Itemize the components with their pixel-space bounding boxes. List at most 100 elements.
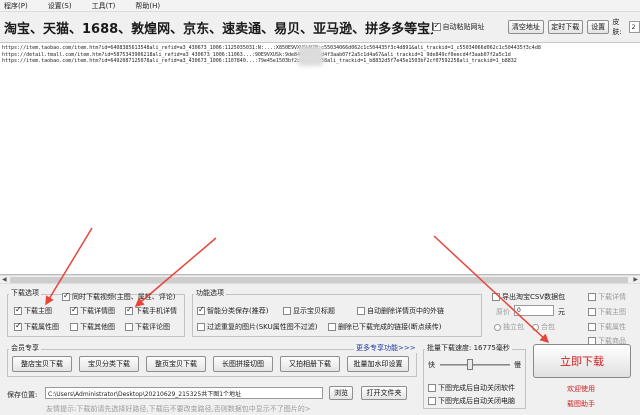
welcome-text: 欢迎使用 bbox=[567, 385, 595, 393]
main-image-checkbox[interactable] bbox=[14, 305, 22, 315]
download-now-button[interactable]: 立即下载 bbox=[533, 344, 631, 378]
auto-delete-links-checkbox[interactable] bbox=[357, 307, 365, 315]
delete-done-links-option[interactable]: 删除已下载完成的链接(断点续传) bbox=[328, 322, 441, 332]
more-features-link[interactable]: 更多专享功能>>> bbox=[354, 343, 418, 353]
download-attr-checkbox[interactable] bbox=[588, 323, 596, 331]
filter-dup-option[interactable]: 过滤重复的图片(SKU属性图不过滤) bbox=[197, 322, 317, 332]
delete-done-links-checkbox[interactable] bbox=[328, 323, 336, 331]
exclusive-radio[interactable] bbox=[494, 323, 501, 331]
video-checkbox[interactable] bbox=[62, 291, 70, 301]
auto-paste-label: 自动粘贴网址 bbox=[442, 23, 485, 31]
delete-done-links-label: 删除已下载完成的链接(断点续传) bbox=[338, 323, 442, 331]
scroll-right-icon[interactable]: ▶ bbox=[633, 276, 638, 283]
toolbar: 淘宝、天猫、1688、敦煌网、京东、速卖通、易贝、亚马逊、拼多多等宝贝地址: 自… bbox=[0, 12, 640, 43]
attr-image-option[interactable]: 下载属性图 bbox=[14, 321, 59, 332]
export-csv-option[interactable]: 导出淘宝CSV数据包 bbox=[492, 292, 565, 302]
video-label: 同时下载视频(主图、属性、评论) bbox=[72, 293, 176, 301]
download-detail-label: 下载详情 bbox=[598, 293, 626, 301]
skin-select[interactable]: 2 bbox=[628, 21, 640, 33]
shutdown-software-checkbox[interactable] bbox=[428, 384, 436, 392]
attr-image-label: 下载属性图 bbox=[24, 323, 59, 331]
original-price-label: 原价 bbox=[496, 308, 510, 316]
menu-help[interactable]: 帮助(H) bbox=[125, 1, 170, 11]
auto-paste-option[interactable]: 自动粘贴网址 bbox=[432, 21, 489, 32]
speed-fast-label: 快 bbox=[428, 361, 435, 369]
mobile-detail-option[interactable]: 下载手机详情 bbox=[125, 305, 177, 316]
smart-save-label: 智能分类保存(推荐) bbox=[207, 307, 269, 315]
speed-slider-thumb[interactable] bbox=[467, 359, 473, 370]
download-main-checkbox[interactable] bbox=[588, 308, 596, 316]
show-title-option[interactable]: 显示宝贝标题 bbox=[283, 306, 335, 316]
horizontal-scrollbar[interactable]: ◀ ▶ bbox=[0, 275, 640, 284]
speed-slider-track[interactable] bbox=[440, 364, 510, 366]
mobile-detail-checkbox[interactable] bbox=[125, 305, 133, 315]
upai-album-download-button[interactable]: 又拍相册下载 bbox=[280, 356, 340, 372]
detail-image-checkbox[interactable] bbox=[70, 305, 78, 315]
smart-save-checkbox[interactable] bbox=[197, 305, 205, 315]
review-image-option[interactable]: 下载评论图 bbox=[125, 322, 170, 332]
speed-legend: 批量下载速度: 16775毫秒 bbox=[425, 343, 512, 353]
detail-image-label: 下载详情图 bbox=[80, 307, 115, 315]
download-detail-option[interactable]: 下载详情 bbox=[588, 292, 626, 302]
main-image-option[interactable]: 下载主图 bbox=[14, 305, 52, 316]
smart-save-option[interactable]: 智能分类保存(推荐) bbox=[197, 305, 269, 316]
shutdown-software-option[interactable]: 下图完成后自动关闭软件 bbox=[428, 383, 515, 393]
other-image-checkbox[interactable] bbox=[70, 323, 78, 331]
auto-delete-links-option[interactable]: 自动删除详情页中的外链 bbox=[357, 306, 444, 316]
clear-address-button[interactable]: 清空地址 bbox=[508, 20, 544, 34]
save-path-input[interactable]: C:\Users\Administrator\Desktop\20210629_… bbox=[45, 387, 323, 399]
skin-label: 皮肤: bbox=[612, 18, 622, 36]
export-csv-label: 导出淘宝CSV数据包 bbox=[502, 293, 566, 301]
review-image-checkbox[interactable] bbox=[125, 323, 133, 331]
filter-dup-checkbox[interactable] bbox=[197, 323, 205, 331]
menu-tools[interactable]: 工具(T) bbox=[82, 1, 126, 11]
download-attr-option[interactable]: 下载属性 bbox=[588, 322, 626, 332]
scroll-left-icon[interactable]: ◀ bbox=[2, 276, 7, 283]
mobile-detail-label: 下载手机详情 bbox=[135, 307, 177, 315]
auto-delete-links-label: 自动删除详情页中的外链 bbox=[367, 307, 444, 315]
app-name-text: 载图助手 bbox=[567, 400, 595, 408]
open-folder-button[interactable]: 打开文件夹 bbox=[361, 386, 407, 400]
download-options-legend: 下载选项 bbox=[9, 288, 41, 298]
long-image-split-button[interactable]: 长图拼接切图 bbox=[213, 356, 273, 372]
whole-shop-download-button[interactable]: 整店宝贝下载 bbox=[12, 356, 72, 372]
timed-download-button[interactable]: 定时下载 bbox=[547, 20, 583, 34]
merge-radio[interactable] bbox=[532, 323, 539, 331]
exclusive-option[interactable]: 独立包 bbox=[494, 322, 524, 332]
whole-page-download-button[interactable]: 整页宝贝下载 bbox=[146, 356, 206, 372]
batch-watermark-button[interactable]: 批量加水印设置 bbox=[347, 356, 409, 372]
url-headline: 淘宝、天猫、1688、敦煌网、京东、速卖通、易贝、亚马逊、拼多多等宝贝地址: bbox=[4, 21, 433, 37]
download-main-label: 下载主图 bbox=[598, 308, 626, 316]
save-location-label: 保存位置: bbox=[7, 391, 38, 399]
friendly-tip: 友情提示:下载前请先选择好路径,下载后不要改变路径,否则数据包中显示不了图片的> bbox=[46, 405, 311, 413]
show-title-checkbox[interactable] bbox=[283, 307, 291, 315]
merge-option[interactable]: 合包 bbox=[532, 322, 555, 332]
poweroff-option[interactable]: 下图完成后自动关闭电脑 bbox=[428, 396, 515, 406]
settings-button[interactable]: 设置 bbox=[586, 20, 610, 34]
main-image-label: 下载主图 bbox=[24, 307, 52, 315]
video-option[interactable]: 同时下载视频(主图、属性、评论) bbox=[62, 291, 176, 302]
browse-button[interactable]: 浏览 bbox=[329, 386, 353, 400]
attr-image-checkbox[interactable] bbox=[14, 321, 22, 331]
menu-program[interactable]: 程序(P) bbox=[0, 1, 38, 11]
menu-settings[interactable]: 设置(S) bbox=[38, 1, 82, 11]
other-image-option[interactable]: 下载其他图 bbox=[70, 322, 115, 332]
merge-label: 合包 bbox=[541, 323, 555, 331]
poweroff-checkbox[interactable] bbox=[428, 397, 436, 405]
category-download-button[interactable]: 宝贝分类下载 bbox=[79, 356, 139, 372]
price-unit-label: 元 bbox=[558, 308, 565, 316]
poweroff-label: 下图完成后自动关闭电脑 bbox=[438, 397, 515, 405]
blurred-region bbox=[298, 46, 323, 66]
scrollbar-thumb[interactable] bbox=[10, 277, 628, 283]
download-attr-label: 下载属性 bbox=[598, 323, 626, 331]
filter-dup-label: 过滤重复的图片(SKU属性图不过滤) bbox=[207, 323, 318, 331]
review-image-label: 下载评论图 bbox=[135, 323, 170, 331]
download-main-option[interactable]: 下载主图 bbox=[588, 307, 626, 317]
auto-paste-checkbox[interactable] bbox=[432, 21, 441, 31]
price-input[interactable]: 0 bbox=[514, 305, 554, 316]
export-csv-checkbox[interactable] bbox=[492, 293, 500, 301]
function-options-legend: 功能选项 bbox=[194, 288, 226, 298]
detail-image-option[interactable]: 下载详情图 bbox=[70, 305, 115, 316]
url-textarea[interactable]: https://item.taobao.com/item.htm?id=6408… bbox=[0, 43, 640, 275]
download-detail-checkbox[interactable] bbox=[588, 293, 596, 301]
